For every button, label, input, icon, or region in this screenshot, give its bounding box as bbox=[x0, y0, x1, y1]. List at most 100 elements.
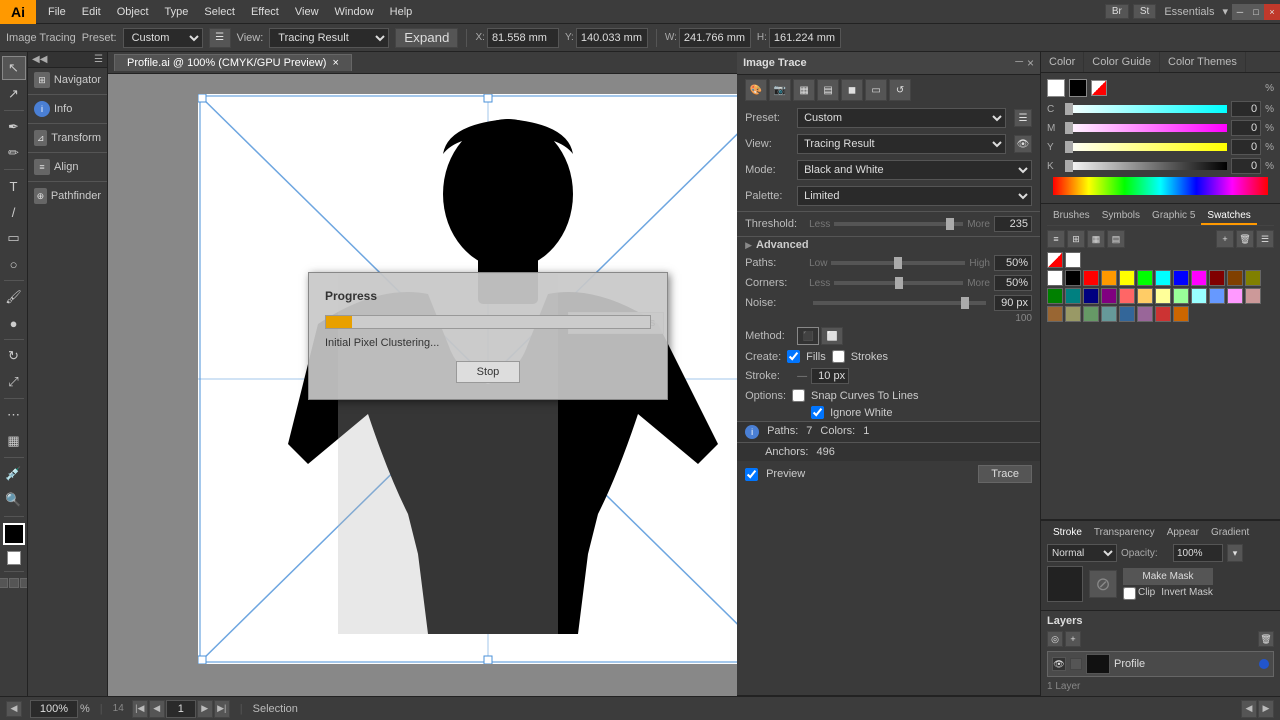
layer-add-btn[interactable]: + bbox=[1065, 631, 1081, 647]
strokes-checkbox[interactable] bbox=[832, 350, 845, 363]
stop-button[interactable]: Stop bbox=[456, 361, 521, 383]
info-item[interactable]: i Info bbox=[28, 97, 107, 121]
expand-button[interactable]: Expand bbox=[395, 28, 458, 48]
more-presets-icon[interactable]: ↺ bbox=[889, 79, 911, 101]
preset-menu-icon[interactable]: ☰ bbox=[1014, 109, 1032, 127]
transform-item[interactable]: ⊿ Transform bbox=[28, 126, 107, 150]
swatch-7[interactable] bbox=[1173, 270, 1189, 286]
magenta-slider[interactable] bbox=[1065, 124, 1227, 132]
ellipse-tool[interactable]: ○ bbox=[2, 252, 26, 276]
graphic5-tab[interactable]: Graphic 5 bbox=[1146, 208, 1201, 225]
swatch-1[interactable] bbox=[1065, 270, 1081, 286]
menu-effect[interactable]: Effect bbox=[243, 3, 287, 21]
opacity-input[interactable] bbox=[1173, 544, 1223, 562]
tab-color[interactable]: Color bbox=[1041, 52, 1084, 72]
swatch-23[interactable] bbox=[1245, 288, 1261, 304]
layer-lock[interactable] bbox=[1070, 658, 1082, 670]
swatch-0[interactable] bbox=[1047, 270, 1063, 286]
method-overlapping[interactable]: ⬜ bbox=[821, 327, 843, 345]
swatch-18[interactable] bbox=[1155, 288, 1171, 304]
swatch-26[interactable] bbox=[1083, 306, 1099, 322]
swatch-31[interactable] bbox=[1173, 306, 1189, 322]
swatch-grid-btn[interactable]: ⊞ bbox=[1067, 230, 1085, 248]
ignore-white-checkbox[interactable] bbox=[811, 406, 824, 419]
x-input[interactable] bbox=[487, 28, 559, 48]
layer-delete-btn[interactable]: 🗑 bbox=[1258, 631, 1274, 647]
next-page-btn[interactable]: ▶ bbox=[197, 700, 213, 718]
fills-checkbox[interactable] bbox=[787, 350, 800, 363]
corners-slider[interactable] bbox=[834, 281, 963, 285]
menu-select[interactable]: Select bbox=[196, 3, 243, 21]
swatch-8[interactable] bbox=[1191, 270, 1207, 286]
swatch-12[interactable] bbox=[1047, 288, 1063, 304]
blend-mode-select[interactable]: Normal bbox=[1047, 544, 1117, 562]
align-item[interactable]: ≡ Align bbox=[28, 155, 107, 179]
high-color-icon[interactable]: 📷 bbox=[769, 79, 791, 101]
appear-tab[interactable]: Appear bbox=[1161, 525, 1205, 540]
yellow-value[interactable] bbox=[1231, 139, 1261, 155]
delete-swatch-btn[interactable]: 🗑 bbox=[1236, 230, 1254, 248]
gradient-tool[interactable]: ▦ bbox=[2, 429, 26, 453]
swatch-6[interactable] bbox=[1155, 270, 1171, 286]
preset-select[interactable]: Custom bbox=[123, 28, 203, 48]
swatch-30[interactable] bbox=[1155, 306, 1171, 322]
swatch-21[interactable] bbox=[1209, 288, 1225, 304]
bw-icon[interactable]: ◼ bbox=[841, 79, 863, 101]
swatch-16[interactable] bbox=[1119, 288, 1135, 304]
none-swatch[interactable] bbox=[1091, 80, 1107, 96]
layer-locate-btn[interactable]: ◎ bbox=[1047, 631, 1063, 647]
threshold-value-input[interactable] bbox=[994, 216, 1032, 232]
make-mask-btn[interactable]: Make Mask bbox=[1123, 568, 1213, 585]
pencil-tool[interactable]: ✏ bbox=[2, 141, 26, 165]
layer-eye[interactable]: 👁 bbox=[1052, 657, 1066, 671]
cyan-slider[interactable] bbox=[1065, 105, 1227, 113]
swatch-10[interactable] bbox=[1227, 270, 1243, 286]
scale-tool[interactable]: ⤢ bbox=[2, 370, 26, 394]
eyedropper-tool[interactable]: 💉 bbox=[2, 462, 26, 486]
opacity-arrow[interactable]: ▾ bbox=[1227, 544, 1243, 562]
black-fill-swatch[interactable] bbox=[1069, 79, 1087, 97]
document-tab-close[interactable]: × bbox=[332, 57, 338, 69]
close-btn[interactable]: × bbox=[1264, 4, 1280, 20]
swatch-19[interactable] bbox=[1173, 288, 1189, 304]
preview-checkbox[interactable] bbox=[745, 468, 758, 481]
menu-file[interactable]: File bbox=[40, 3, 74, 21]
stroke-value-input[interactable] bbox=[811, 368, 849, 384]
pathfinder-item[interactable]: ⊕ Pathfinder bbox=[28, 184, 107, 208]
swatch-list-btn[interactable]: ≡ bbox=[1047, 230, 1065, 248]
next-artboard-btn[interactable]: ▶ bbox=[1258, 700, 1274, 718]
swatch-29[interactable] bbox=[1137, 306, 1153, 322]
text-tool[interactable]: T bbox=[2, 174, 26, 198]
document-tab[interactable]: Profile.ai @ 100% (CMYK/GPU Preview) × bbox=[114, 54, 352, 71]
rotate-tool[interactable]: ↻ bbox=[2, 344, 26, 368]
h-input[interactable] bbox=[769, 28, 841, 48]
white-fill-swatch[interactable] bbox=[1047, 79, 1065, 97]
swatch-28[interactable] bbox=[1119, 306, 1135, 322]
swatch-27[interactable] bbox=[1101, 306, 1117, 322]
panel-close-icon[interactable]: × bbox=[1027, 56, 1034, 70]
swatch-22[interactable] bbox=[1227, 288, 1243, 304]
panel-collapse[interactable]: ◀◀ bbox=[32, 54, 47, 65]
menu-type[interactable]: Type bbox=[157, 3, 197, 21]
auto-color-icon[interactable]: 🎨 bbox=[745, 79, 767, 101]
low-color-icon[interactable]: ▦ bbox=[793, 79, 815, 101]
view-dropdown[interactable]: Tracing Result bbox=[797, 134, 1006, 154]
outline-icon[interactable]: ▭ bbox=[865, 79, 887, 101]
normal-mode[interactable] bbox=[0, 578, 8, 588]
blend-tool[interactable]: ⋯ bbox=[2, 403, 26, 427]
panel-minimize[interactable]: ─ bbox=[1015, 56, 1023, 70]
zoom-tool[interactable]: 🔍 bbox=[2, 488, 26, 512]
black-slider[interactable] bbox=[1065, 162, 1227, 170]
maximize-btn[interactable]: □ bbox=[1248, 4, 1264, 20]
corners-value-input[interactable] bbox=[994, 275, 1032, 291]
w-input[interactable] bbox=[679, 28, 751, 48]
noise-slider[interactable] bbox=[813, 301, 986, 305]
swatch-20[interactable] bbox=[1191, 288, 1207, 304]
tab-color-themes[interactable]: Color Themes bbox=[1160, 52, 1246, 72]
panel-menu[interactable]: ☰ bbox=[94, 54, 103, 65]
swatch-large-btn[interactable]: ▦ bbox=[1087, 230, 1105, 248]
swatch-menu-btn[interactable]: ☰ bbox=[1256, 230, 1274, 248]
full-mode[interactable] bbox=[9, 578, 19, 588]
view-eye-icon[interactable]: 👁 bbox=[1014, 135, 1032, 153]
cyan-value[interactable] bbox=[1231, 101, 1261, 117]
